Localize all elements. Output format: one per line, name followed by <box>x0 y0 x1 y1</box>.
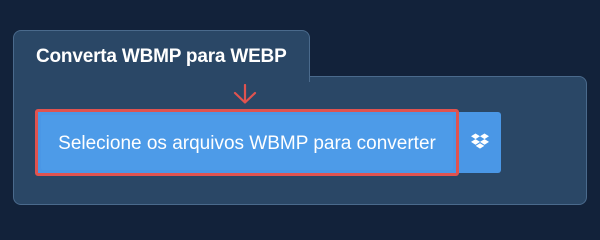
tab-title: Converta WBMP para WEBP <box>36 46 287 67</box>
converter-tab: Converta WBMP para WEBP <box>13 30 310 82</box>
select-files-button[interactable]: Selecione os arquivos WBMP para converte… <box>35 109 459 176</box>
dropbox-button[interactable] <box>459 112 501 173</box>
dropbox-icon <box>471 133 489 149</box>
select-files-label: Selecione os arquivos WBMP para converte… <box>58 133 436 154</box>
arrow-down-icon <box>233 84 257 104</box>
